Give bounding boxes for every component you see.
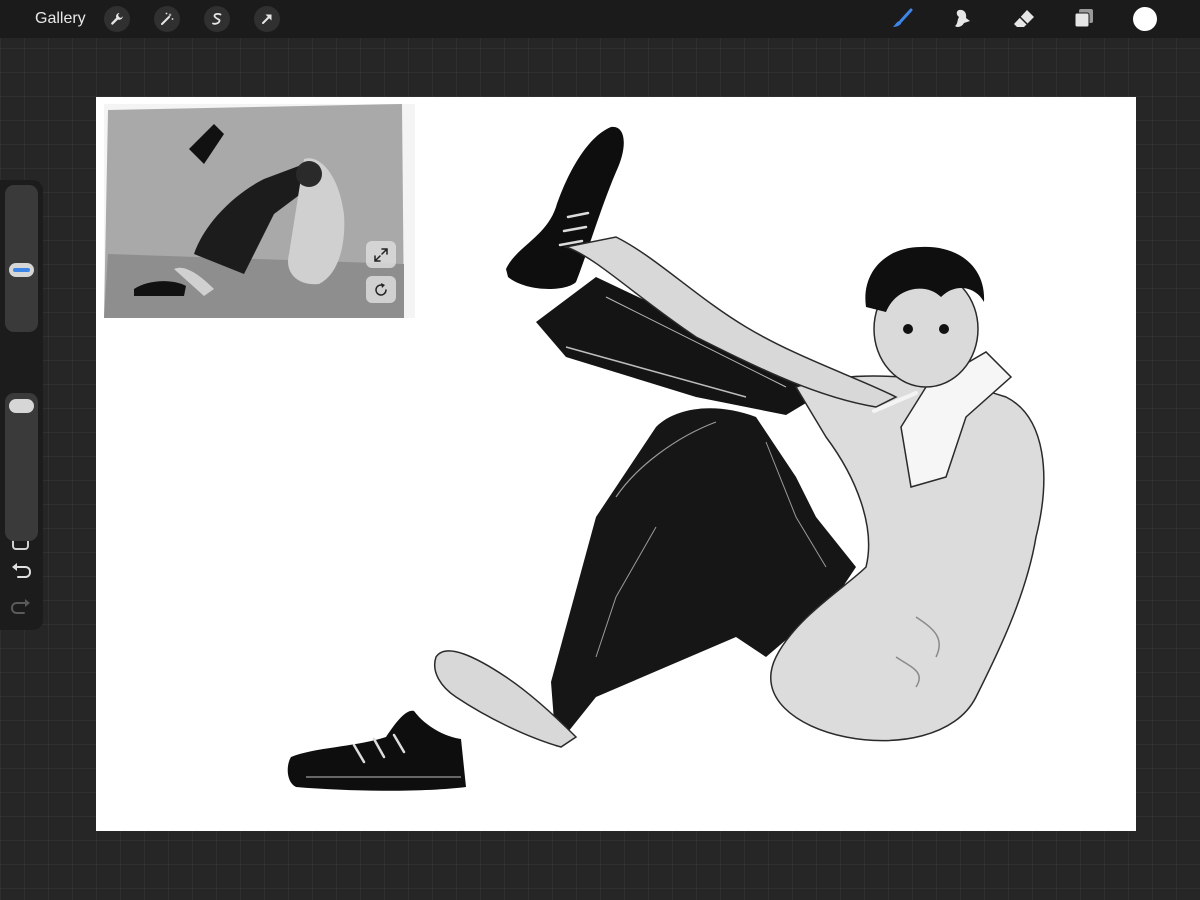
reference-reset-button[interactable] (366, 276, 396, 303)
reference-window[interactable] (104, 104, 415, 318)
opacity-slider[interactable] (5, 393, 38, 541)
brush-icon (893, 8, 913, 27)
undo-icon[interactable] (10, 562, 32, 582)
brush-tool-button[interactable] (888, 6, 916, 32)
brush-size-slider[interactable] (5, 185, 38, 332)
redo-icon[interactable] (10, 598, 32, 618)
rotate-reset-icon (375, 282, 387, 296)
selection-button[interactable] (204, 6, 230, 32)
layers-icon (1074, 9, 1093, 28)
magic-wand-icon (161, 12, 174, 25)
top-toolbar: Gallery (0, 0, 1200, 38)
eraser-icon (1014, 10, 1034, 27)
smudge-tool-button[interactable] (948, 6, 976, 32)
transform-button[interactable] (254, 6, 280, 32)
actions-button[interactable] (104, 6, 130, 32)
sidebar (0, 180, 43, 630)
selection-icon (212, 13, 222, 25)
reference-expand-button[interactable] (366, 241, 396, 268)
adjustments-button[interactable] (154, 6, 180, 32)
transform-arrow-icon (262, 14, 272, 24)
smudge-icon (955, 9, 970, 27)
color-picker-button[interactable] (1133, 7, 1157, 31)
wrench-icon (111, 13, 123, 25)
brush-size-thumb[interactable] (9, 263, 34, 277)
eraser-tool-button[interactable] (1010, 6, 1038, 32)
expand-icon (374, 247, 388, 262)
layers-button[interactable] (1070, 6, 1098, 32)
gallery-button[interactable]: Gallery (35, 10, 86, 28)
floor-shoe (287, 710, 466, 791)
opacity-thumb[interactable] (9, 399, 34, 413)
